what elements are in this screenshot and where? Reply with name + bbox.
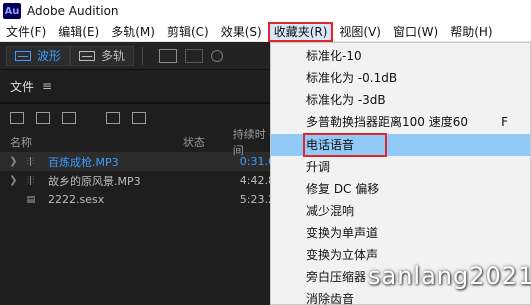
favorites-item[interactable]: 变换为单声道 — [271, 222, 530, 244]
column-name[interactable]: 名称 — [10, 134, 183, 150]
files-panel-header: 文件 ≡ — [0, 70, 275, 104]
app-title: Adobe Audition — [27, 4, 119, 18]
new-file-icon[interactable] — [10, 112, 24, 124]
favorites-item[interactable]: 减少混响 — [271, 200, 530, 222]
menu-clip[interactable]: 剪辑(C) — [161, 22, 215, 42]
favorites-item[interactable]: 修复 DC 偏移 — [271, 178, 530, 200]
files-panel-title: 文件 — [10, 79, 35, 94]
file-row[interactable]: ▤ 2222.sesx 5:23.2 — [0, 190, 275, 209]
file-name: 2222.sesx — [47, 193, 105, 206]
audio-file-icon: ⫶|⫶ — [26, 175, 35, 186]
favorites-item[interactable]: 标准化为 -0.1dB — [271, 67, 530, 89]
favorites-item[interactable]: 消除齿音 — [271, 288, 530, 305]
menu-file[interactable]: 文件(F) — [0, 22, 52, 42]
column-status[interactable]: 状态 — [183, 134, 233, 150]
favorites-item[interactable]: 标准化-10 — [271, 45, 530, 67]
panel-menu-icon[interactable]: ≡ — [42, 79, 52, 93]
watermark: sanlang2021 — [368, 262, 531, 290]
menu-edit[interactable]: 编辑(E) — [52, 22, 105, 42]
column-duration[interactable]: 持续时间 — [233, 126, 275, 158]
waveform-icon — [15, 50, 31, 61]
expand-chevron-icon[interactable]: ❯ — [0, 175, 27, 186]
favorites-item[interactable]: 升调 — [271, 156, 530, 178]
toolbar-divider — [142, 46, 144, 65]
favorites-item-label: 多普勒换挡器距离100 速度60 — [306, 115, 468, 129]
insert-multitrack-icon[interactable] — [106, 112, 120, 124]
annotation-highlight-box — [303, 133, 387, 157]
waveform-label: 波形 — [37, 49, 62, 63]
audio-file-icon: ⫶|⫶ — [26, 156, 35, 167]
snap-icon[interactable] — [211, 49, 224, 62]
favorites-item[interactable]: 标准化为 -3dB — [271, 89, 530, 111]
waveform-mode-button[interactable]: 波形 — [6, 45, 71, 66]
shortcut-key: F — [501, 115, 508, 129]
open-file-icon[interactable] — [36, 112, 50, 124]
files-table-header: 名称 状态 持续时间 — [0, 128, 275, 157]
menu-window[interactable]: 窗口(W) — [387, 22, 444, 42]
multitrack-icon — [79, 50, 96, 61]
file-name: 故乡的原风景.MP3 — [47, 174, 141, 188]
menu-effects[interactable]: 效果(S) — [215, 22, 268, 42]
menu-help[interactable]: 帮助(H) — [444, 22, 498, 42]
audition-logo-icon: Au — [3, 3, 21, 19]
files-panel: 文件 ≡ 名称 状态 持续时间 ❯ ⫶|⫶ 百炼成枪.MP3 0:31.6 ❯ … — [0, 70, 275, 305]
pitch-view-icon[interactable] — [185, 48, 204, 63]
expand-chevron-icon[interactable]: ❯ — [0, 156, 27, 167]
spectral-view-icon[interactable] — [159, 48, 178, 63]
menu-view[interactable]: 视图(V) — [333, 22, 387, 42]
file-row[interactable]: ❯ ⫶|⫶ 故乡的原风景.MP3 4:42.8 — [0, 171, 275, 190]
title-bar: Au Adobe Audition — [0, 0, 531, 22]
menu-multitrack[interactable]: 多轨(M) — [105, 22, 161, 42]
multitrack-label: 多轨 — [101, 49, 126, 63]
session-file-icon: ▤ — [26, 194, 36, 205]
menu-favorites[interactable]: 收藏夹(R) — [267, 21, 334, 42]
menu-bar: 文件(F) 编辑(E) 多轨(M) 剪辑(C) 效果(S) 收藏夹(R) 视图(… — [0, 21, 531, 42]
import-icon[interactable] — [62, 112, 76, 124]
favorites-item[interactable]: 多普勒换挡器距离100 速度60 F — [271, 111, 530, 133]
delete-icon[interactable] — [132, 112, 146, 124]
file-name: 百炼成枪.MP3 — [47, 155, 119, 169]
multitrack-mode-button[interactable]: 多轨 — [70, 45, 135, 66]
